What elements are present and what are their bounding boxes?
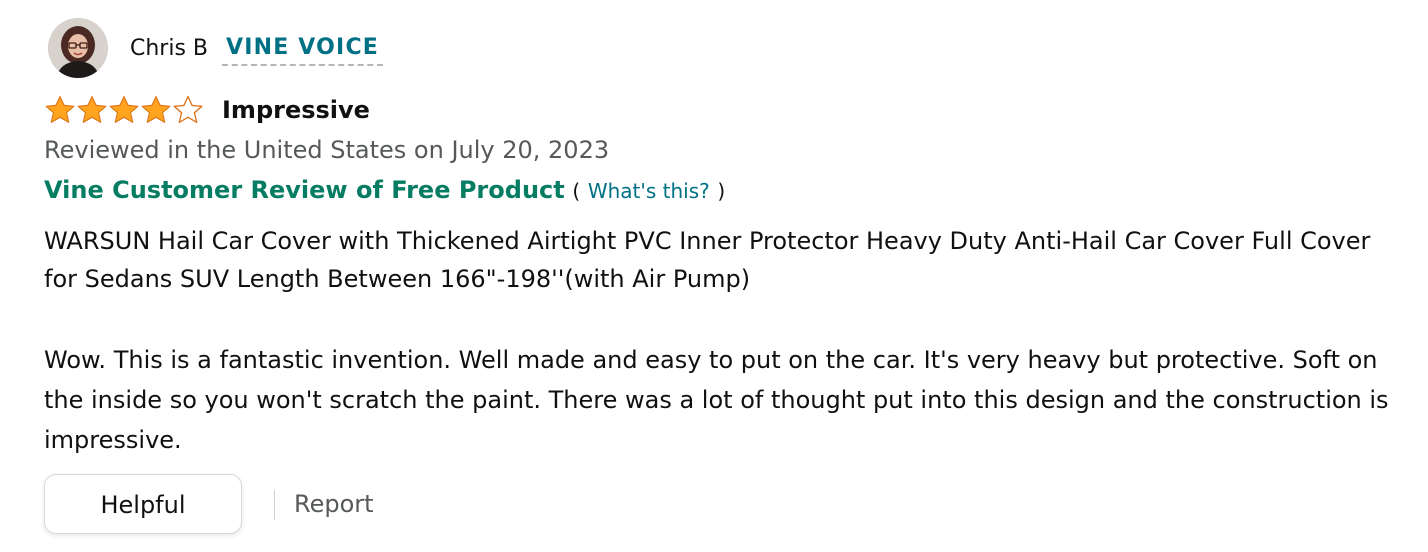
product-title-link[interactable]: WARSUN Hail Car Cover with Thickened Air… [44, 222, 1384, 298]
star-filled-icon [109, 95, 139, 123]
reviewer-name[interactable]: Chris B [130, 34, 208, 64]
customer-review: Chris B VINE VOICE Impressive Reviewed i… [0, 0, 1428, 552]
star-empty-icon [173, 95, 203, 123]
star-filled-icon [77, 95, 107, 123]
paren-close: ) [717, 179, 726, 203]
vine-voice-badge[interactable]: VINE VOICE [222, 32, 384, 66]
avatar[interactable] [48, 18, 108, 78]
vine-review-label-row: Vine Customer Review of Free Product ( W… [44, 174, 725, 207]
paren-open: ( [572, 179, 581, 203]
review-title[interactable]: Impressive [222, 94, 370, 126]
star-filled-icon [45, 95, 75, 123]
vine-review-label: Vine Customer Review of Free Product [44, 176, 565, 204]
star-rating[interactable] [44, 94, 204, 126]
user-avatar-icon [48, 18, 108, 78]
report-link[interactable]: Report [294, 488, 374, 520]
whats-this-link[interactable]: What's this? [588, 179, 710, 203]
star-filled-icon [141, 95, 171, 123]
action-divider [274, 490, 275, 520]
review-date: Reviewed in the United States on July 20… [44, 136, 610, 164]
review-body: Wow. This is a fantastic invention. Well… [44, 346, 1389, 454]
helpful-button[interactable]: Helpful [44, 474, 242, 534]
